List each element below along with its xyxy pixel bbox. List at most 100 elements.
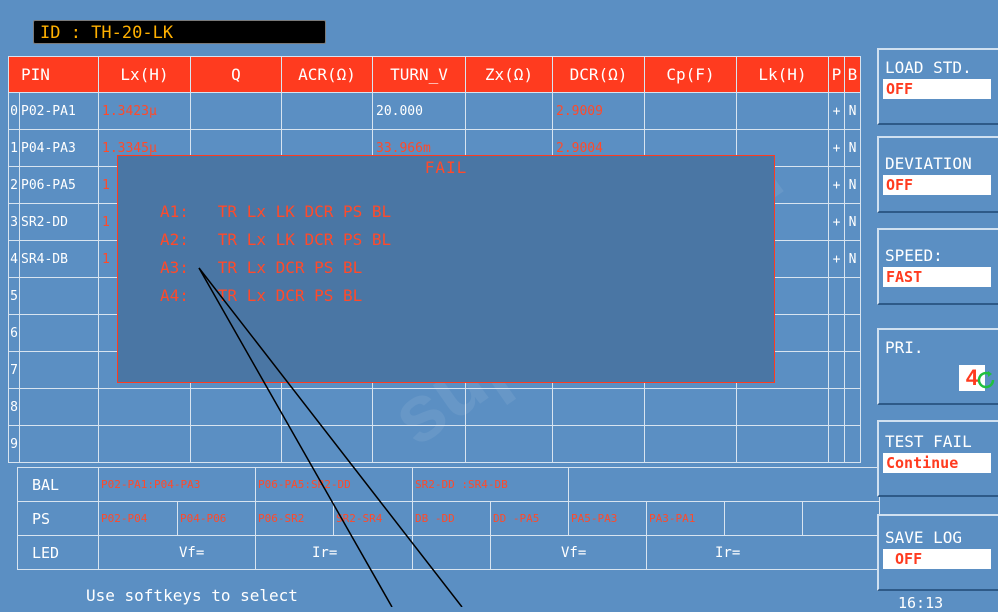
p-cell: + [828,92,845,130]
pin-cell: P02-PA1 [19,92,99,130]
row-index: 9 [8,425,20,463]
ps-cell: SR2-SR4 [333,501,413,536]
b-cell [844,277,861,315]
softkey-deviation[interactable]: DEVIATION OFF [877,136,998,213]
softkey-save-log-label: SAVE LOG [885,528,963,547]
dcr-cell: 2.9009 [552,92,645,130]
pin-cell: P04-PA3 [19,129,99,167]
row-index: 0 [8,92,20,130]
b-cell [844,388,861,426]
softkey-load-std-label: LOAD STD. [885,58,972,77]
row-index: 6 [8,314,20,352]
table-header-row: PIN Lx(H) Q ACR(Ω) TURN_V Zx(Ω) DCR(Ω) C… [8,56,861,93]
cp-cell [644,92,737,130]
bal-cell-empty [568,467,880,502]
header-acr: ACR(Ω) [281,56,373,93]
zx-cell [465,388,553,426]
led-vf-1: Vf= [98,535,256,570]
b-cell [844,314,861,352]
acr-cell [281,425,373,463]
id-display: ID : TH-20-LK [33,20,326,44]
row-index: 1 [8,129,20,167]
led-ir-1: Ir= [255,535,413,570]
pin-cell [19,314,99,352]
softkey-speed-value: FAST [883,267,991,287]
fail-line-a4: A4: TR Lx DCR PS BL [160,286,363,305]
pin-cell [19,425,99,463]
led-ir-2: Ir= [646,535,880,570]
lk-cell [736,425,829,463]
b-cell [844,351,861,389]
softkey-load-std[interactable]: LOAD STD. OFF [877,48,998,125]
fail-line-a3: A3: TR Lx DCR PS BL [160,258,363,277]
softkey-test-fail[interactable]: TEST FAIL Continue [877,420,998,497]
table-row[interactable]: 0 P02-PA1 1.3423μ 20.000 2.9009 + N [8,92,861,130]
acr-cell [281,92,373,130]
ps-cell: P04-P06 [177,501,256,536]
status-message: Use softkeys to select [86,586,298,605]
p-cell [828,314,845,352]
lx-cell: 1.3423μ [98,92,191,130]
row-index: 3 [8,203,20,241]
p-cell [828,351,845,389]
ps-cell-empty [802,501,880,536]
q-cell [190,92,282,130]
softkey-speed-label: SPEED: [885,246,943,265]
ps-cell-empty [724,501,803,536]
bal-cell-2: P06-PA5:SR2-DD [255,467,413,502]
cp-cell [644,425,737,463]
ps-cell: PA3-PA1 [646,501,725,536]
header-cp: Cp(F) [644,56,737,93]
softkey-test-fail-label: TEST FAIL [885,432,972,451]
softkey-deviation-label: DEVIATION [885,154,972,173]
row-index: 2 [8,166,20,204]
header-p: P [828,56,845,93]
turn-v-cell: 20.000 [372,92,466,130]
cp-cell [644,388,737,426]
b-cell: N [844,129,861,167]
bal-cell-3: SR2-DD :SR4-DB [412,467,569,502]
softkey-save-log[interactable]: SAVE LOG OFF [877,514,998,591]
pin-cell [19,388,99,426]
pin-cell: P06-PA5 [19,166,99,204]
dcr-cell [552,388,645,426]
b-cell: N [844,240,861,278]
p-cell: + [828,203,845,241]
table-row[interactable]: 9 [8,425,861,463]
pin-cell: SR4-DB [19,240,99,278]
pin-cell: SR2-DD [19,203,99,241]
led-vf-2: Vf= [490,535,647,570]
softkey-save-log-value: OFF [883,549,991,569]
led-label: LED [17,535,99,570]
softkey-pri-label: PRI. [885,338,924,357]
acr-cell [281,388,373,426]
refresh-icon [977,371,995,389]
led-cell-empty [412,535,491,570]
ps-label: PS [17,501,99,536]
fail-line-a1: A1: TR Lx LK DCR PS BL [160,202,392,221]
q-cell [190,425,282,463]
ps-cell: DD -PA5 [490,501,569,536]
ps-cell: DB -DD [412,501,491,536]
ps-cell: PA5-PA3 [568,501,647,536]
row-index: 5 [8,277,20,315]
bal-cell-1: P02-PA1:P04-PA3 [98,467,256,502]
row-index: 8 [8,388,20,426]
led-row: LED Vf= Ir= Vf= Ir= [17,535,880,570]
p-cell [828,425,845,463]
header-b: B [844,56,861,93]
softkey-pri[interactable]: PRI. 4 [877,328,998,405]
b-cell: N [844,92,861,130]
turn-v-cell [372,425,466,463]
softkey-deviation-value: OFF [883,175,991,195]
bal-row: BAL P02-PA1:P04-PA3 P06-PA5:SR2-DD SR2-D… [17,467,880,502]
header-q: Q [190,56,282,93]
row-index: 4 [8,240,20,278]
table-row[interactable]: 8 [8,388,861,426]
header-lk: Lk(H) [736,56,829,93]
ps-cell: P02-P04 [98,501,178,536]
p-cell: + [828,166,845,204]
header-pin: PIN [8,56,99,93]
softkey-speed[interactable]: SPEED: FAST [877,228,998,305]
fail-line-a2: A2: TR Lx LK DCR PS BL [160,230,392,249]
